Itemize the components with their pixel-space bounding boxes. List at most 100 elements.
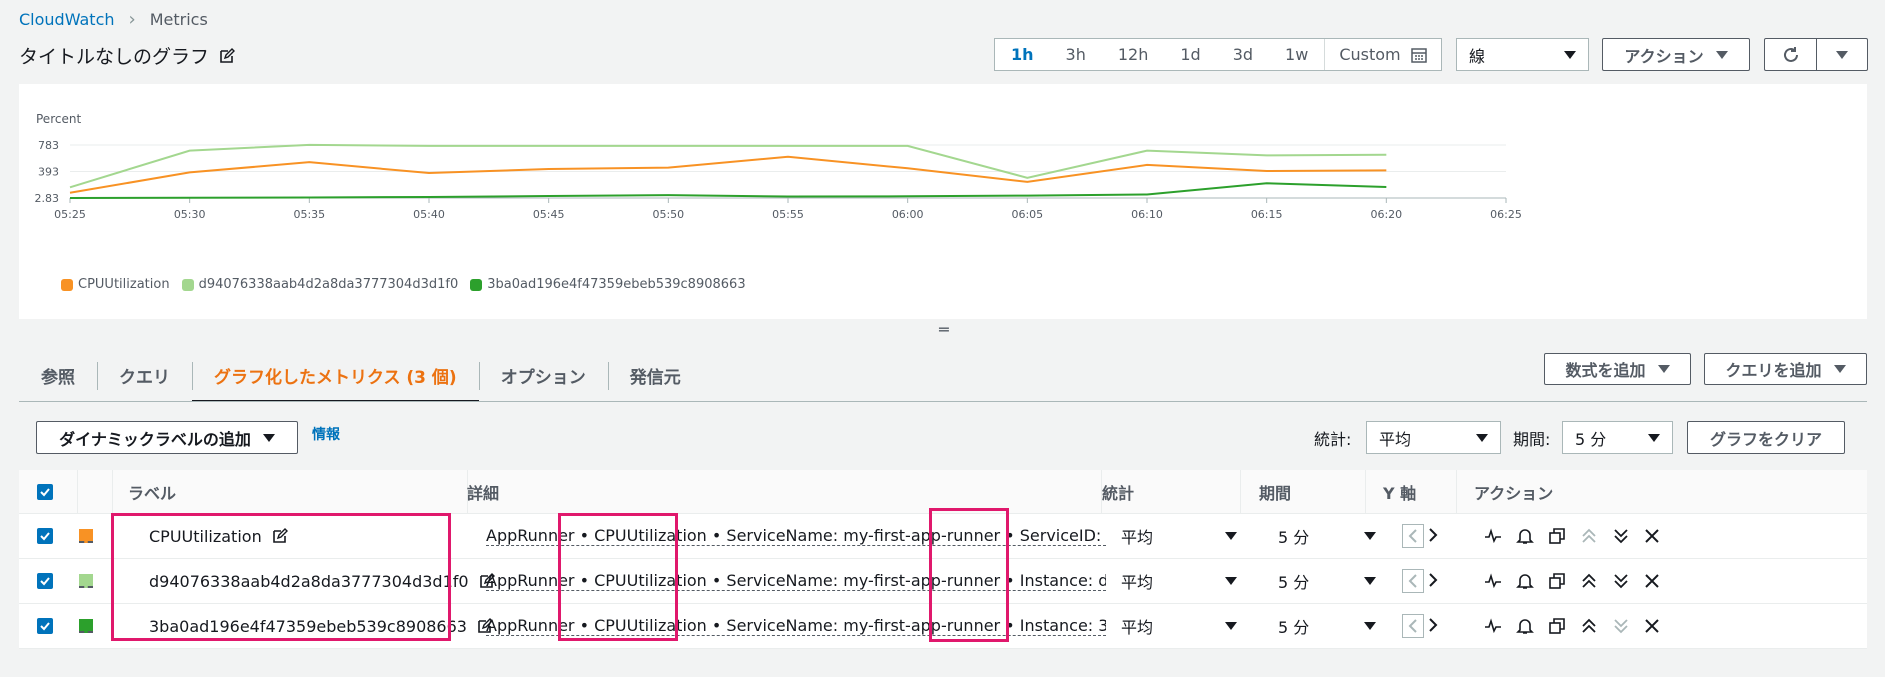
time-range-custom[interactable]: Custom [1324, 39, 1440, 70]
tab-options[interactable]: オプション [478, 348, 608, 402]
time-range-3d[interactable]: 3d [1217, 39, 1269, 70]
time-range-12h[interactable]: 12h [1102, 39, 1165, 70]
yaxis-cell [1402, 514, 1438, 558]
time-range-1d[interactable]: 1d [1164, 39, 1216, 70]
series-color-swatch[interactable] [79, 619, 93, 633]
yaxis-right-button[interactable] [1428, 527, 1438, 546]
chevron-down-icon [1364, 622, 1376, 630]
x-tick-label: 05:55 [772, 208, 804, 221]
anomaly-detection-icon[interactable] [1484, 528, 1502, 544]
chevron-right-icon: › [128, 9, 136, 30]
bell-icon[interactable] [1516, 572, 1534, 590]
label-cell[interactable]: 3ba0ad196e4f47359ebeb539c8908663 [149, 604, 493, 648]
time-range-1w[interactable]: 1w [1269, 39, 1324, 70]
move-up-icon[interactable] [1580, 572, 1598, 590]
anomaly-detection-icon[interactable] [1484, 573, 1502, 589]
clear-graph-button[interactable]: グラフをクリア [1687, 421, 1845, 454]
add-dynamic-label-button[interactable]: ダイナミックラベルの追加 [36, 421, 298, 454]
col-divider [1240, 470, 1241, 513]
close-icon[interactable] [1644, 528, 1660, 544]
row-stat-select[interactable]: 平均 [1121, 604, 1237, 648]
tab-source[interactable]: 発信元 [607, 348, 703, 402]
yaxis-left-button[interactable] [1402, 524, 1424, 548]
details-cell: AppRunner • CPUUtilization • ServiceName… [486, 559, 1106, 603]
row-period-value: 5 分 [1278, 528, 1310, 547]
row-checkbox[interactable] [37, 573, 53, 589]
row-stat-select[interactable]: 平均 [1121, 514, 1237, 558]
chart-type-select[interactable]: 線 [1456, 38, 1589, 71]
color-cell[interactable] [79, 559, 93, 603]
header-period: 期間 [1259, 483, 1292, 503]
move-up-icon[interactable] [1580, 527, 1598, 545]
close-icon[interactable] [1644, 573, 1660, 589]
yaxis-left-button[interactable] [1402, 614, 1424, 638]
label-cell[interactable]: d94076338aab4d2a8da3777304d3d1f0 [149, 559, 495, 603]
row-period-select[interactable]: 5 分 [1278, 604, 1376, 648]
yaxis-right-button[interactable] [1428, 572, 1438, 591]
duplicate-icon[interactable] [1548, 572, 1566, 590]
row-stat-select[interactable]: 平均 [1121, 559, 1237, 603]
add-query-button[interactable]: クエリを追加 [1704, 353, 1867, 385]
metrics-table: ラベル 詳細 統計 期間 Y 軸 アクション CPUUtilization Ap… [19, 470, 1867, 649]
move-up-icon[interactable] [1580, 617, 1598, 635]
move-down-icon[interactable] [1612, 617, 1630, 635]
row-details[interactable]: AppRunner • CPUUtilization • ServiceName… [486, 526, 1106, 546]
time-range-3h[interactable]: 3h [1050, 39, 1102, 70]
row-checkbox[interactable] [37, 528, 53, 544]
info-link[interactable]: 情報 [312, 424, 340, 444]
row-details[interactable]: AppRunner • CPUUtilization • ServiceName… [486, 571, 1106, 591]
refresh-options-button[interactable] [1817, 50, 1867, 59]
bell-icon[interactable] [1516, 527, 1534, 545]
move-down-icon[interactable] [1612, 572, 1630, 590]
anomaly-detection-icon[interactable] [1484, 618, 1502, 634]
tab-graphed-metrics[interactable]: グラフ化したメトリクス (3 個) [192, 348, 479, 402]
yaxis-left-button[interactable] [1402, 569, 1424, 593]
row-select-cell [37, 604, 53, 648]
move-down-icon[interactable] [1612, 527, 1630, 545]
stat-select[interactable]: 平均 [1366, 421, 1501, 454]
row-stat-value: 平均 [1121, 528, 1154, 547]
color-cell[interactable] [79, 604, 93, 648]
row-period-select[interactable]: 5 分 [1278, 514, 1376, 558]
legend-item[interactable]: 3ba0ad196e4f47359ebeb539c8908663 [470, 277, 746, 292]
series-color-swatch[interactable] [79, 529, 93, 543]
time-range-1h[interactable]: 1h [995, 39, 1050, 70]
close-icon[interactable] [1644, 618, 1660, 634]
bell-icon[interactable] [1516, 617, 1534, 635]
chevron-down-icon [1715, 50, 1728, 59]
color-cell[interactable] [79, 514, 93, 558]
edit-icon[interactable] [219, 47, 236, 64]
chevron-right-icon [1429, 572, 1438, 587]
time-range-selector: 1h 3h 12h 1d 3d 1w Custom [994, 38, 1442, 71]
breadcrumb-cloudwatch-link[interactable]: CloudWatch [19, 10, 115, 29]
resize-handle-icon[interactable]: ═ [939, 320, 949, 339]
duplicate-icon[interactable] [1548, 527, 1566, 545]
chevron-down-icon [1836, 50, 1848, 59]
duplicate-icon[interactable] [1548, 617, 1566, 635]
page-title: タイトルなしのグラフ [19, 46, 210, 68]
refresh-button[interactable] [1765, 39, 1817, 70]
yaxis-right-button[interactable] [1428, 617, 1438, 636]
table-row: CPUUtilization AppRunner • CPUUtilizatio… [19, 514, 1867, 559]
edit-icon[interactable] [272, 528, 288, 544]
tab-browse[interactable]: 参照 [19, 348, 97, 402]
y-tick-label: 393 [38, 165, 59, 178]
period-select[interactable]: 5 分 [1562, 421, 1673, 454]
row-period-select[interactable]: 5 分 [1278, 559, 1376, 603]
add-math-button[interactable]: 数式を追加 [1544, 353, 1691, 385]
tab-query[interactable]: クエリ [97, 348, 192, 402]
select-all-checkbox[interactable] [37, 483, 53, 500]
chevron-down-icon [1225, 622, 1237, 630]
series-color-swatch[interactable] [79, 574, 93, 588]
period-value: 5 分 [1575, 429, 1607, 449]
actions-cell [1484, 604, 1660, 648]
row-checkbox[interactable] [37, 618, 53, 634]
actions-button[interactable]: アクション [1602, 38, 1750, 71]
row-details[interactable]: AppRunner • CPUUtilization • ServiceName… [486, 616, 1106, 636]
legend-item[interactable]: CPUUtilization [61, 277, 170, 292]
legend-item[interactable]: d94076338aab4d2a8da3777304d3d1f0 [181, 277, 458, 292]
yaxis-cell [1402, 604, 1438, 648]
label-cell[interactable]: CPUUtilization [149, 514, 288, 558]
row-period-value: 5 分 [1278, 573, 1310, 592]
row-label: 3ba0ad196e4f47359ebeb539c8908663 [149, 616, 467, 636]
